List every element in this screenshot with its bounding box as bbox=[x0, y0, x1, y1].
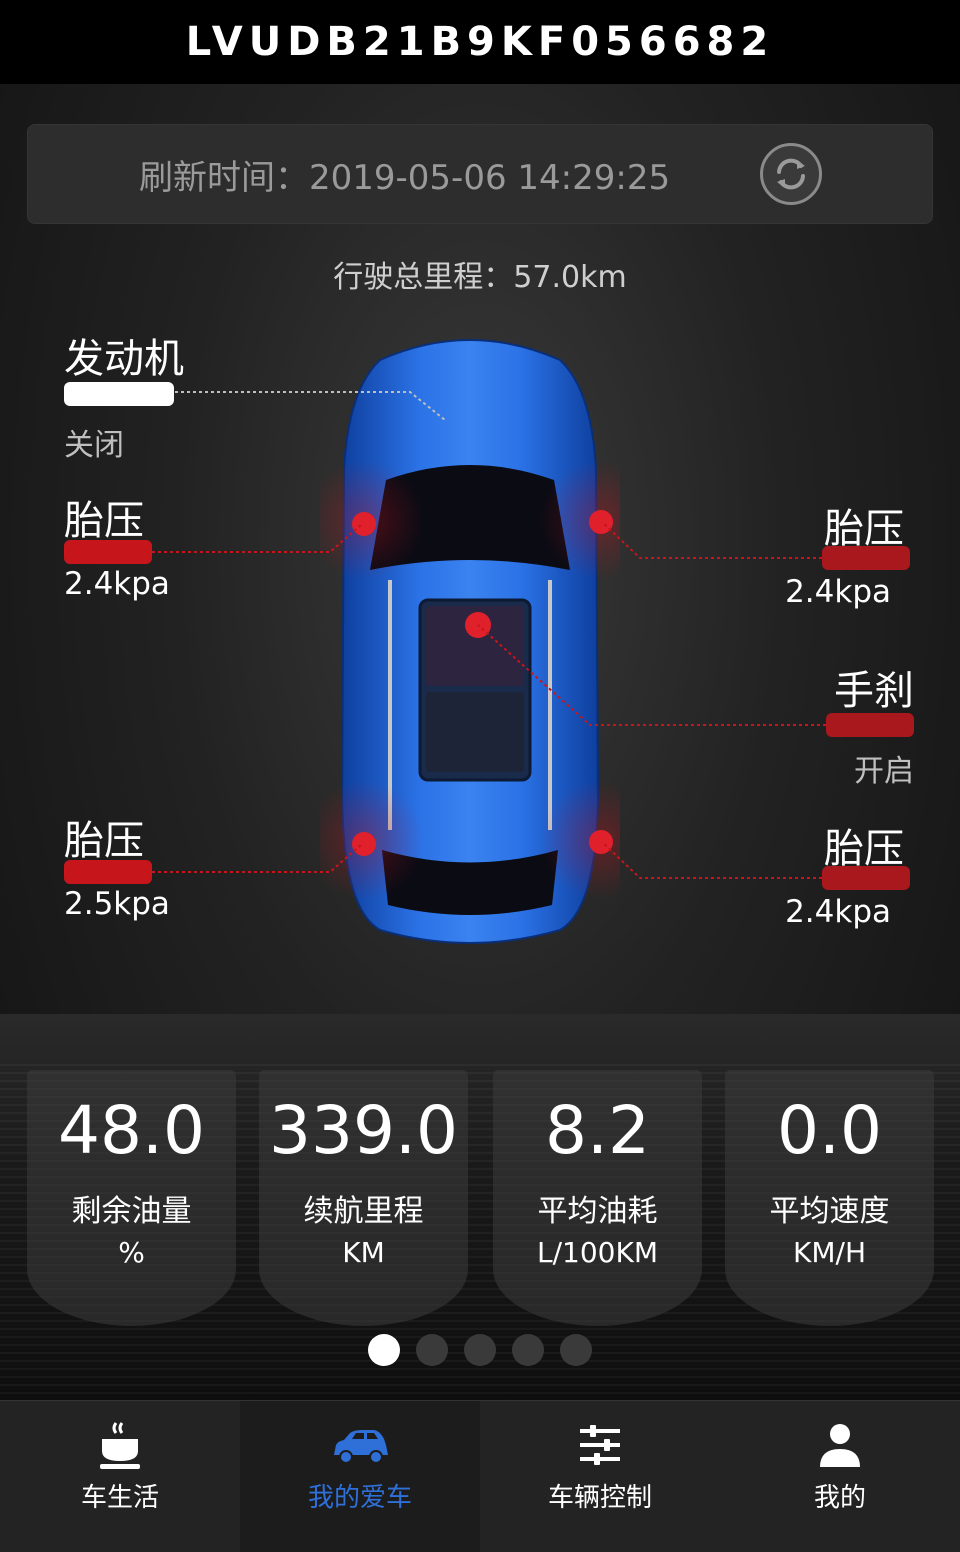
stats-panel: 48.0 剩余油量 % 339.0 续航里程 KM 8.2 平均油耗 L/100… bbox=[27, 1070, 934, 1326]
page-indicator bbox=[368, 1334, 592, 1366]
stat-card-range[interactable]: 339.0 续航里程 KM bbox=[259, 1070, 468, 1326]
coffee-cup-icon bbox=[100, 1422, 140, 1469]
page-dot-5[interactable] bbox=[560, 1334, 592, 1366]
stat-card-avg-speed[interactable]: 0.0 平均速度 KM/H bbox=[725, 1070, 934, 1326]
stat-card-avg-fuel[interactable]: 8.2 平均油耗 L/100KM bbox=[493, 1070, 702, 1326]
vin-title: LVUDB21B9KF056682 bbox=[185, 19, 775, 65]
tire-rear-right-bar bbox=[822, 866, 910, 890]
tire-front-left-value: 2.4kpa bbox=[64, 566, 170, 602]
nav-my-car[interactable]: 我的爱车 bbox=[240, 1401, 480, 1552]
handbrake-title: 手刹 bbox=[834, 668, 914, 714]
stat-label: 平均油耗 bbox=[537, 1194, 658, 1229]
sliders-icon bbox=[580, 1425, 620, 1465]
engine-status-bar bbox=[64, 382, 174, 406]
engine-title: 发动机 bbox=[64, 336, 184, 382]
engine-state: 关闭 bbox=[64, 428, 124, 463]
page-dot-1[interactable] bbox=[368, 1334, 400, 1366]
tire-front-right-value: 2.4kpa bbox=[785, 574, 891, 610]
car-dashboard: 刷新时间：2019-05-06 14:29:25 行驶总里程：57.0km 发动… bbox=[0, 84, 960, 1400]
stat-unit: KM bbox=[342, 1236, 385, 1269]
page-dot-4[interactable] bbox=[512, 1334, 544, 1366]
page-dot-2[interactable] bbox=[416, 1334, 448, 1366]
nav-label: 我的 bbox=[813, 1483, 866, 1513]
stat-value: 0.0 bbox=[777, 1092, 882, 1169]
tire-front-left-bar bbox=[64, 540, 152, 564]
tire-rear-right-value: 2.4kpa bbox=[785, 894, 891, 930]
stat-unit: % bbox=[118, 1236, 145, 1269]
stat-label: 剩余油量 bbox=[71, 1194, 192, 1229]
stat-unit: L/100KM bbox=[537, 1236, 658, 1269]
stat-label: 平均速度 bbox=[769, 1194, 890, 1229]
nav-vehicle-control[interactable]: 车辆控制 bbox=[480, 1401, 720, 1552]
stat-value: 339.0 bbox=[269, 1092, 458, 1169]
tire-rear-left-value: 2.5kpa bbox=[64, 886, 170, 922]
bottom-nav: 车生活 我的爱车 车辆控制 我的 bbox=[0, 1400, 960, 1552]
nav-label: 车生活 bbox=[80, 1483, 159, 1513]
stat-label: 续航里程 bbox=[303, 1194, 424, 1229]
stat-unit: KM/H bbox=[792, 1236, 866, 1269]
tire-rear-left-title: 胎压 bbox=[64, 818, 144, 864]
nav-car-life[interactable]: 车生活 bbox=[0, 1401, 240, 1552]
tire-front-left-title: 胎压 bbox=[64, 498, 144, 544]
stat-card-fuel[interactable]: 48.0 剩余油量 % bbox=[27, 1070, 236, 1326]
car-icon bbox=[334, 1430, 388, 1464]
handbrake-status-bar bbox=[826, 713, 914, 737]
tire-front-right-bar bbox=[822, 546, 910, 570]
app-header: LVUDB21B9KF056682 bbox=[0, 0, 960, 84]
nav-me[interactable]: 我的 bbox=[720, 1401, 960, 1552]
handbrake-state: 开启 bbox=[854, 754, 914, 789]
nav-label: 我的爱车 bbox=[307, 1483, 412, 1513]
page-dot-3[interactable] bbox=[464, 1334, 496, 1366]
person-icon bbox=[820, 1424, 860, 1467]
stat-value: 48.0 bbox=[58, 1092, 205, 1169]
stat-value: 8.2 bbox=[545, 1092, 650, 1169]
tire-rear-left-bar bbox=[64, 860, 152, 884]
nav-label: 车辆控制 bbox=[547, 1483, 652, 1513]
